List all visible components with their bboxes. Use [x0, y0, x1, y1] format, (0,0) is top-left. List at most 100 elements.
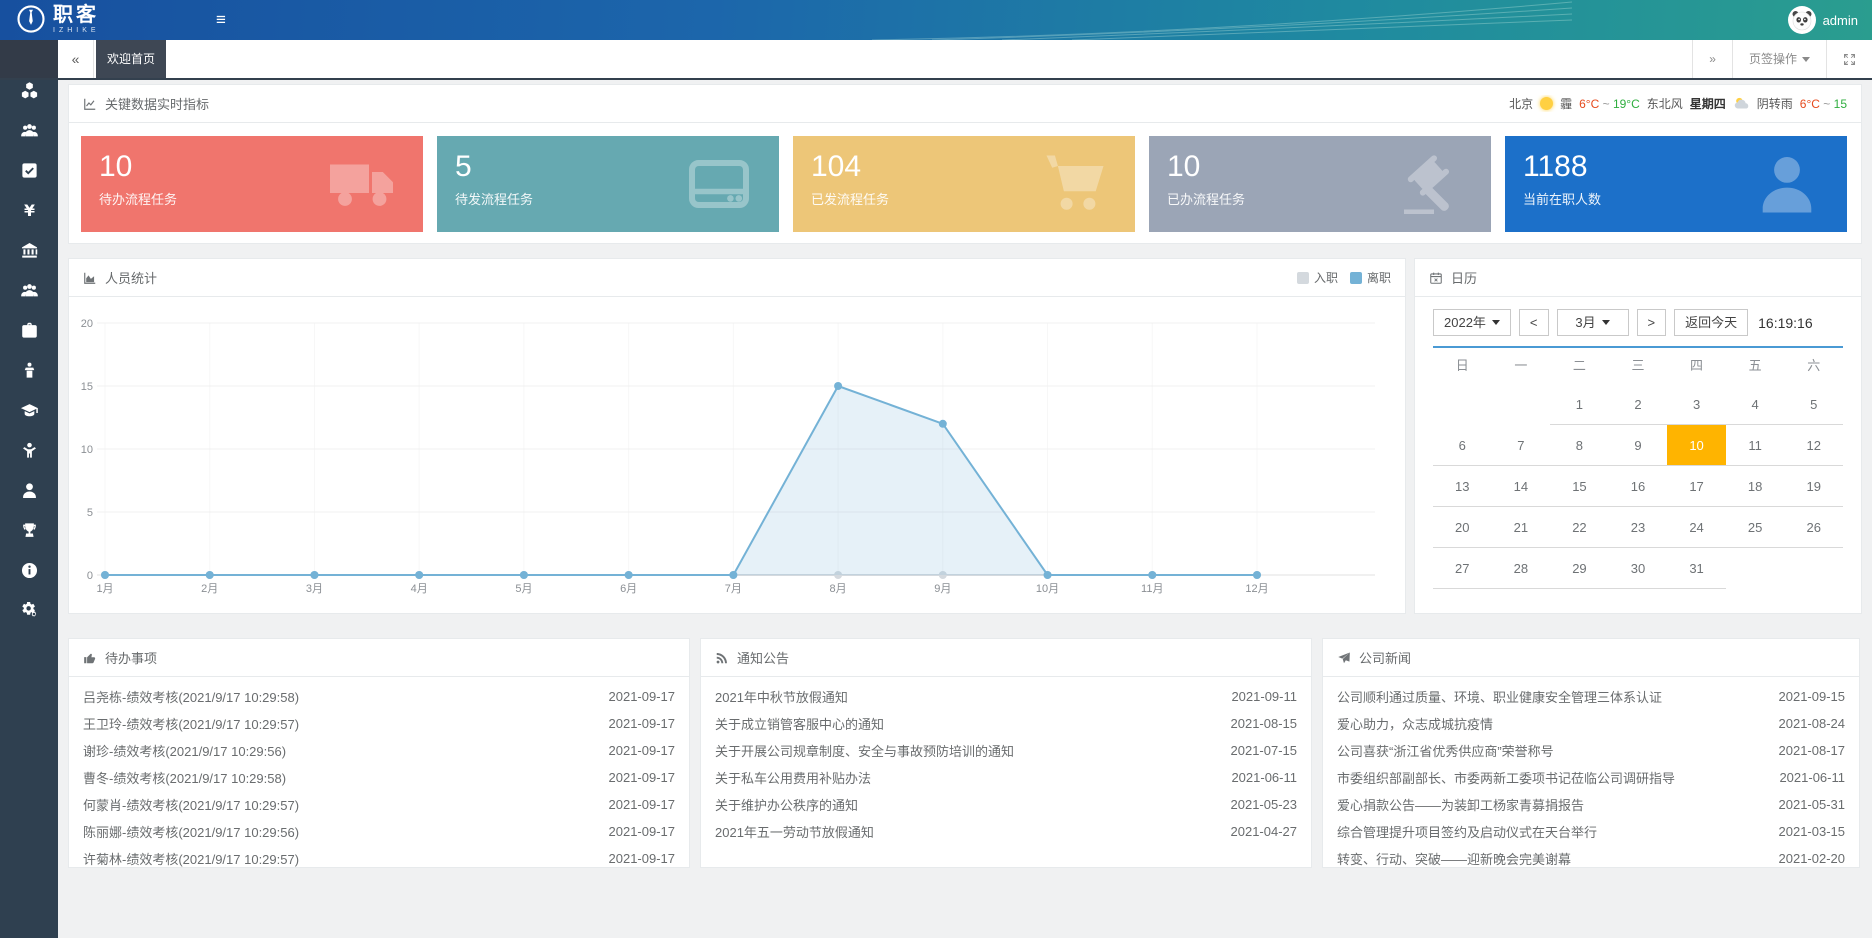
fullscreen-icon[interactable] [1826, 40, 1872, 78]
list-item[interactable]: 关于维护办公秩序的通知2021-05-23 [715, 791, 1297, 818]
calendar-day-15[interactable]: 15 [1550, 466, 1609, 507]
list-item[interactable]: 公司顺利通过质量、环境、职业健康安全管理三体系认证2021-09-15 [1337, 683, 1845, 710]
legend-item[interactable]: 离职 [1350, 269, 1391, 286]
tab-home[interactable]: 欢迎首页 [96, 40, 166, 78]
item-title[interactable]: 爱心捐款公告——为装卸工杨家青募捐报告 [1337, 795, 1598, 814]
item-title[interactable]: 公司顺利通过质量、环境、职业健康安全管理三体系认证 [1337, 687, 1676, 706]
item-title[interactable]: 关于成立销管客服中心的通知 [715, 714, 898, 733]
calendar-year-select[interactable]: 2022年 [1433, 309, 1511, 336]
calendar-day-6[interactable]: 6 [1433, 425, 1492, 466]
item-title[interactable]: 曹冬-绩效考核(2021/9/17 10:29:58) [83, 768, 300, 787]
sidebar-item-info[interactable] [0, 550, 58, 590]
item-title[interactable]: 2021年中秋节放假通知 [715, 687, 862, 706]
calendar-day-22[interactable]: 22 [1550, 507, 1609, 548]
stat-card-2[interactable]: 5待发流程任务 [437, 136, 779, 232]
calendar-day-17[interactable]: 17 [1667, 466, 1726, 507]
list-item[interactable]: 曹冬-绩效考核(2021/9/17 10:29:58)2021-09-17 [83, 764, 675, 791]
stat-card-3[interactable]: 104已发流程任务 [793, 136, 1135, 232]
list-item[interactable]: 谢珍-绩效考核(2021/9/17 10:29:56)2021-09-17 [83, 737, 675, 764]
list-item[interactable]: 陈丽娜-绩效考核(2021/9/17 10:29:56)2021-09-17 [83, 818, 675, 845]
sidebar-item-users[interactable] [0, 110, 58, 150]
sidebar-item-trophy[interactable] [0, 510, 58, 550]
tabs-scroll-left-icon[interactable]: « [58, 40, 94, 78]
sidebar-item-user[interactable] [0, 470, 58, 510]
item-title[interactable]: 关于维护办公秩序的通知 [715, 795, 872, 814]
calendar-day-20[interactable]: 20 [1433, 507, 1492, 548]
stat-card-4[interactable]: 10已办流程任务 [1149, 136, 1491, 232]
list-item[interactable]: 2021年中秋节放假通知2021-09-11 [715, 683, 1297, 710]
calendar-day-23[interactable]: 23 [1609, 507, 1668, 548]
calendar-day-19[interactable]: 19 [1784, 466, 1843, 507]
calendar-day-14[interactable]: 14 [1492, 466, 1551, 507]
sidebar-item-podium[interactable] [0, 350, 58, 390]
user-menu[interactable]: admin [1788, 0, 1858, 40]
calendar-next-button[interactable]: > [1637, 309, 1667, 336]
sidebar-item-briefcase[interactable] [0, 310, 58, 350]
calendar-day-8[interactable]: 8 [1550, 425, 1609, 466]
tab-actions-dropdown[interactable]: 页签操作 [1732, 40, 1826, 78]
calendar-day-13[interactable]: 13 [1433, 466, 1492, 507]
sidebar-item-team[interactable] [0, 270, 58, 310]
calendar-day-25[interactable]: 25 [1726, 507, 1785, 548]
sidebar-item-child[interactable] [0, 430, 58, 470]
stat-card-5[interactable]: 1188当前在职人数 [1505, 136, 1847, 232]
item-title[interactable]: 市委组织部副部长、市委两新工委项书记莅临公司调研指导 [1337, 768, 1689, 787]
list-item[interactable]: 关于开展公司规章制度、安全与事故预防培训的通知2021-07-15 [715, 737, 1297, 764]
calendar-day-27[interactable]: 27 [1433, 548, 1492, 589]
menu-toggle-icon[interactable]: ≡ [206, 0, 236, 40]
user-avatar[interactable] [1788, 6, 1816, 34]
calendar-day-5[interactable]: 5 [1784, 384, 1843, 425]
item-title[interactable]: 关于开展公司规章制度、安全与事故预防培训的通知 [715, 741, 1028, 760]
list-item[interactable]: 王卫玲-绩效考核(2021/9/17 10:29:57)2021-09-17 [83, 710, 675, 737]
list-item[interactable]: 公司喜获“浙江省优秀供应商”荣誉称号2021-08-17 [1337, 737, 1845, 764]
list-item[interactable]: 何蒙肖-绩效考核(2021/9/17 10:29:57)2021-09-17 [83, 791, 675, 818]
calendar-day-4[interactable]: 4 [1726, 384, 1785, 425]
list-item[interactable]: 爱心捐款公告——为装卸工杨家青募捐报告2021-05-31 [1337, 791, 1845, 818]
app-logo[interactable]: 职客 IZHIKE [16, 4, 100, 34]
item-title[interactable]: 2021年五一劳动节放假通知 [715, 822, 888, 841]
list-item[interactable]: 转变、行动、突破——迎新晚会完美谢幕2021-02-20 [1337, 845, 1845, 872]
item-title[interactable]: 何蒙肖-绩效考核(2021/9/17 10:29:57) [83, 795, 313, 814]
item-title[interactable]: 陈丽娜-绩效考核(2021/9/17 10:29:56) [83, 822, 313, 841]
calendar-day-12[interactable]: 12 [1784, 425, 1843, 466]
item-title[interactable]: 吕尧栋-绩效考核(2021/9/17 10:29:58) [83, 687, 313, 706]
list-item[interactable]: 综合管理提升项目签约及启动仪式在天台举行2021-03-15 [1337, 818, 1845, 845]
legend-item[interactable]: 入职 [1297, 269, 1338, 286]
item-title[interactable]: 爱心助力，众志成城抗疫情 [1337, 714, 1507, 733]
item-title[interactable]: 综合管理提升项目签约及启动仪式在天台举行 [1337, 822, 1611, 841]
calendar-day-10[interactable]: 10 [1667, 425, 1726, 466]
calendar-today-button[interactable]: 返回今天 [1674, 309, 1748, 336]
calendar-day-18[interactable]: 18 [1726, 466, 1785, 507]
calendar-day-21[interactable]: 21 [1492, 507, 1551, 548]
calendar-day-24[interactable]: 24 [1667, 507, 1726, 548]
calendar-day-1[interactable]: 1 [1550, 384, 1609, 425]
list-item[interactable]: 吕尧栋-绩效考核(2021/9/17 10:29:58)2021-09-17 [83, 683, 675, 710]
list-item[interactable]: 2021年五一劳动节放假通知2021-04-27 [715, 818, 1297, 845]
list-item[interactable]: 市委组织部副部长、市委两新工委项书记莅临公司调研指导2021-06-11 [1337, 764, 1845, 791]
item-title[interactable]: 公司喜获“浙江省优秀供应商”荣誉称号 [1337, 741, 1568, 760]
sidebar-item-yen[interactable]: ¥ [0, 190, 58, 230]
calendar-day-16[interactable]: 16 [1609, 466, 1668, 507]
calendar-day-3[interactable]: 3 [1667, 384, 1726, 425]
list-item[interactable]: 爱心助力，众志成城抗疫情2021-08-24 [1337, 710, 1845, 737]
sidebar-item-check-square[interactable] [0, 150, 58, 190]
list-item[interactable]: 许菊林-绩效考核(2021/9/17 10:29:57)2021-09-17 [83, 845, 675, 872]
calendar-day-28[interactable]: 28 [1492, 548, 1551, 589]
calendar-day-29[interactable]: 29 [1550, 548, 1609, 589]
calendar-day-30[interactable]: 30 [1609, 548, 1668, 589]
item-title[interactable]: 关于私车公用费用补贴办法 [715, 768, 885, 787]
stat-card-1[interactable]: 10待办流程任务 [81, 136, 423, 232]
item-title[interactable]: 许菊林-绩效考核(2021/9/17 10:29:57) [83, 849, 313, 868]
calendar-day-26[interactable]: 26 [1784, 507, 1843, 548]
item-title[interactable]: 王卫玲-绩效考核(2021/9/17 10:29:57) [83, 714, 313, 733]
list-item[interactable]: 关于私车公用费用补贴办法2021-06-11 [715, 764, 1297, 791]
calendar-day-31[interactable]: 31 [1667, 548, 1726, 589]
calendar-day-9[interactable]: 9 [1609, 425, 1668, 466]
calendar-day-11[interactable]: 11 [1726, 425, 1785, 466]
calendar-day-2[interactable]: 2 [1609, 384, 1668, 425]
sidebar-item-bank[interactable] [0, 230, 58, 270]
list-item[interactable]: 关于成立销管客服中心的通知2021-08-15 [715, 710, 1297, 737]
item-title[interactable]: 谢珍-绩效考核(2021/9/17 10:29:56) [83, 741, 300, 760]
calendar-day-7[interactable]: 7 [1492, 425, 1551, 466]
calendar-prev-button[interactable]: < [1519, 309, 1549, 336]
